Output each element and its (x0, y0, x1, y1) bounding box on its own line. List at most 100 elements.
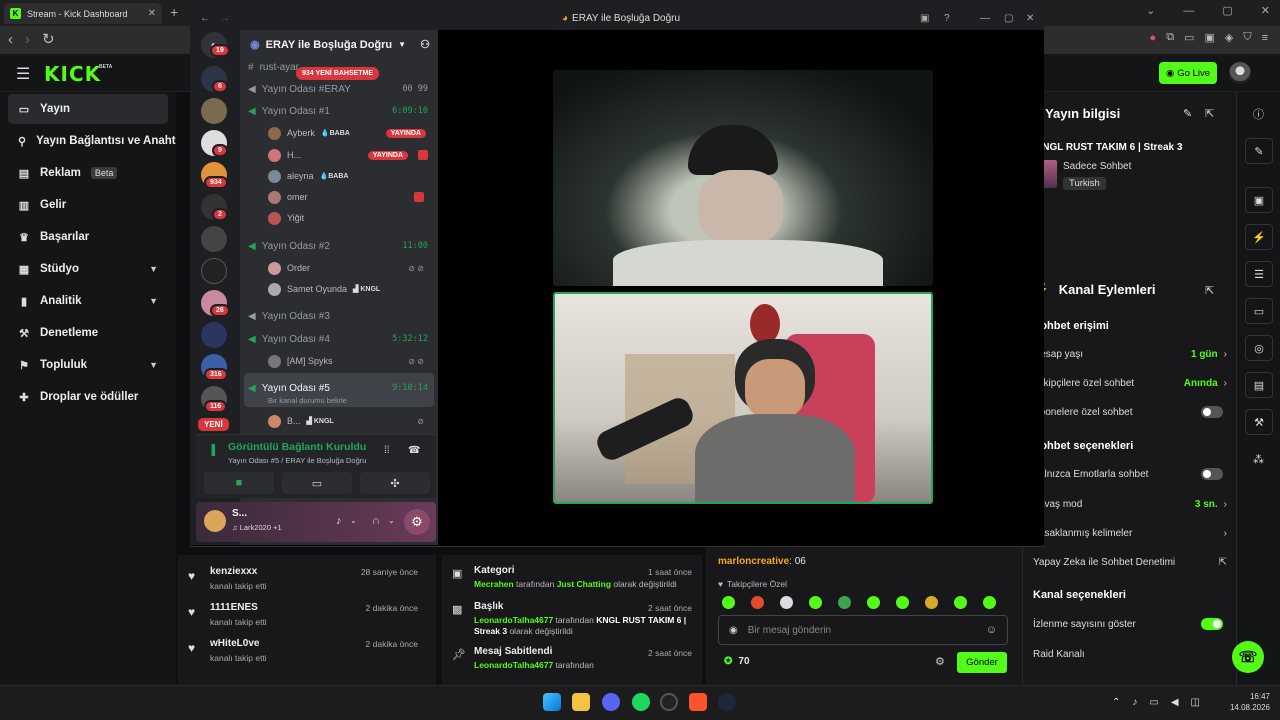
voice-channel[interactable]: ◀ Yayın Odası #4 5:32:12 (248, 330, 434, 348)
voice-user[interactable]: B... ▟ KNGL ⊘ (268, 413, 434, 429)
emote-icon[interactable] (809, 596, 822, 609)
maximize-icon[interactable]: ▢ (1004, 13, 1013, 24)
inbox-icon[interactable]: ▣ (920, 13, 929, 24)
setting-account-age[interactable]: Hesap yaşı 1 gün › (1033, 345, 1227, 363)
reload-icon[interactable]: ↻ (42, 30, 55, 48)
user-avatar[interactable] (1229, 62, 1251, 84)
go-live-button[interactable]: ◉ Go Live (1159, 62, 1217, 84)
voice-user[interactable]: Yiğit (268, 210, 434, 226)
sidebar-item-denetleme[interactable]: ⚒ Denetleme (8, 318, 168, 348)
sidebar-item-yayin[interactable]: ▭ Yayın (8, 94, 168, 124)
voice-status[interactable]: Görüntülü Bağlantı Kuruldu (228, 441, 366, 453)
apps-icon[interactable]: ⁂ (1253, 453, 1264, 466)
voice-user[interactable]: [AM] Spyks ⊘ ⊘ (268, 353, 434, 369)
add-member-icon[interactable]: ⚇ (420, 38, 430, 51)
emote-icon[interactable] (722, 596, 735, 609)
emote-icon[interactable] (925, 596, 938, 609)
channel-status[interactable]: Bir kanal durumu belirle (268, 396, 347, 405)
screen-share-button[interactable]: ▭ (282, 472, 352, 494)
forward-icon[interactable]: › (25, 31, 30, 48)
help-button[interactable]: ☏ (1232, 641, 1264, 673)
minimize-icon[interactable]: — (1183, 5, 1194, 17)
puzzle-icon[interactable]: ⧉ (1166, 31, 1174, 44)
voice-user[interactable]: omer (268, 189, 434, 205)
disconnect-icon[interactable]: ☎ (408, 445, 420, 456)
chevron-down-icon[interactable]: ⌄ (388, 516, 395, 525)
display-icon[interactable]: ▭ (1149, 697, 1158, 708)
start-icon[interactable] (543, 693, 561, 711)
maximize-icon[interactable]: ▢ (1222, 4, 1232, 17)
edit-icon[interactable]: ✎ (1245, 138, 1273, 164)
popout-icon[interactable]: ⇱ (1205, 284, 1214, 297)
back-icon[interactable]: ← (200, 13, 210, 24)
follower-name[interactable]: kenziexxx (210, 566, 257, 577)
sidebar-item-gelir[interactable]: ▥ Gelir (8, 190, 168, 220)
setting-followers-only[interactable]: Takipçilere özel sohbet Anında › (1033, 374, 1227, 392)
kick-logo[interactable]: KICK (44, 62, 101, 86)
noise-suppression-icon[interactable]: ⁞⁞ (384, 445, 390, 456)
popout-icon[interactable]: ⇱ (1205, 107, 1214, 120)
subscribers-only-toggle[interactable] (1201, 406, 1223, 418)
menu-icon[interactable]: ≡ (1262, 32, 1268, 44)
discord-icon[interactable] (602, 693, 620, 711)
voice-user[interactable]: Samet Oyunda ▟ KNGL (268, 281, 434, 297)
close-icon[interactable]: ✕ (1026, 13, 1034, 24)
voice-channel[interactable]: ◀ Yayın Odası #2 11:00 (248, 237, 434, 255)
sidebar-item-droplar[interactable]: ✚ Droplar ve ödüller (8, 382, 168, 412)
voice-channel[interactable]: ◀ Yayın Odası #3 (248, 307, 434, 325)
voice-user[interactable]: Ayberk 💧BABA YAYINDA (268, 125, 434, 141)
emoji-icon[interactable]: ☺ (986, 624, 997, 636)
video-tile[interactable] (553, 70, 933, 286)
chat-icon[interactable]: ▭ (1245, 298, 1273, 324)
server-icon[interactable] (201, 322, 227, 348)
voice-user[interactable]: Order ⊘ ⊘ (268, 260, 434, 276)
obs-icon[interactable] (660, 693, 678, 711)
list-icon[interactable]: ☰ (1245, 261, 1273, 287)
show-viewers-toggle[interactable] (1201, 618, 1223, 630)
follower-name[interactable]: 1111ENES (210, 602, 258, 613)
headphones-icon[interactable]: ∩ (372, 515, 380, 527)
emote-icon[interactable] (983, 596, 996, 609)
stream-category[interactable]: Sadece Sohbet (1063, 161, 1131, 172)
brave-icon[interactable] (689, 693, 707, 711)
setting-ai-moderation[interactable]: Yapay Zeka ile Sohbet Denetimi ⇱ (1033, 553, 1227, 571)
event-user[interactable]: LeonardoTalha4677 (474, 660, 553, 670)
setting-slow-mode[interactable]: Yavaş mod 3 sn. › (1033, 495, 1227, 513)
tool-icon[interactable]: ⚒ (1245, 409, 1273, 435)
steam-icon[interactable] (718, 693, 736, 711)
new-tab-button[interactable]: + (170, 4, 178, 20)
sidebar-item-reklam[interactable]: ▤ Reklam Beta (8, 158, 168, 188)
chat-settings-icon[interactable]: ⚙ (935, 655, 945, 668)
volume-icon[interactable]: ◀ (1171, 697, 1179, 708)
channel-points[interactable]: ✪ 70 (724, 656, 750, 667)
file-explorer-icon[interactable] (572, 693, 590, 711)
follower-name[interactable]: wHiteL0ve (210, 638, 259, 649)
edit-icon[interactable]: ✎ (1183, 107, 1192, 120)
close-tab-icon[interactable]: ✕ (148, 8, 156, 19)
emote-icon[interactable] (780, 596, 793, 609)
video-button[interactable]: ■ (204, 472, 274, 494)
back-icon[interactable]: ‹ (8, 31, 13, 48)
notification-icon[interactable]: ◫ (1191, 697, 1200, 708)
emote-icon[interactable] (896, 596, 909, 609)
close-window-icon[interactable]: ✕ (1261, 4, 1270, 17)
voice-channel[interactable]: ◀ Yayın Odası #5 9:10:14 (248, 379, 434, 397)
sidebar-item-topluluk[interactable]: ⚑ Topluluk ▼ (8, 350, 168, 380)
server-icon[interactable] (201, 226, 227, 252)
emote-icon[interactable] (838, 596, 851, 609)
sidebar-item-stream-key[interactable]: ⚲ Yayın Bağlantısı ve Anahtarı (8, 126, 190, 156)
voice-user[interactable]: aleyna 💧BABA (268, 168, 434, 184)
spotify-icon[interactable] (632, 693, 650, 711)
event-user[interactable]: Mecrahen (474, 579, 514, 589)
emote-only-toggle[interactable] (1201, 468, 1223, 480)
extension-icon[interactable]: ● (1150, 32, 1157, 44)
mention-banner[interactable]: 934 YENİ BAHSETME (296, 67, 380, 80)
sidebar-icon[interactable]: ▭ (1184, 31, 1194, 44)
emote-icon[interactable] (751, 596, 764, 609)
new-messages-badge[interactable]: YENİ (196, 416, 231, 433)
video-icon[interactable]: ▣ (1245, 187, 1273, 213)
microphone-icon[interactable]: ♪ (336, 515, 342, 527)
minimize-icon[interactable]: — (980, 13, 990, 24)
microphone-icon[interactable]: ♪ (1132, 697, 1137, 708)
help-icon[interactable]: ? (944, 13, 950, 24)
